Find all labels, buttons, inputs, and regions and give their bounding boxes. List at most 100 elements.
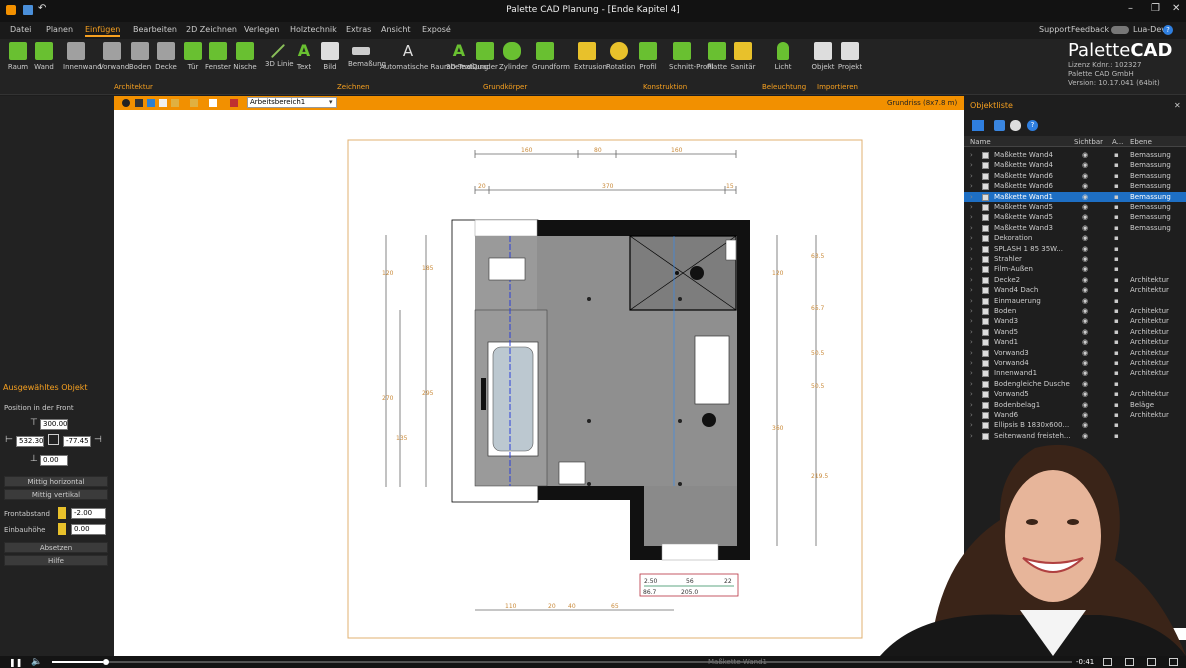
ribbon-boden[interactable]: Boden — [127, 42, 153, 71]
menu-bearbeiten[interactable]: Bearbeiten — [133, 25, 177, 34]
expand-icon[interactable]: › — [970, 224, 973, 232]
expand-icon[interactable]: › — [970, 390, 973, 398]
lock-icon[interactable]: ▪ — [1114, 172, 1119, 180]
lock-icon[interactable]: ▪ — [1114, 317, 1119, 325]
object-row[interactable]: › Maßkette Wand4 ◉ ▪ Bemassung — [964, 150, 1186, 160]
object-row[interactable]: › Maßkette Wand6 ◉ ▪ Bemassung — [964, 181, 1186, 191]
check-all-icon[interactable] — [972, 120, 984, 131]
lock-icon[interactable]: ▪ — [1114, 286, 1119, 294]
lock-icon[interactable]: ▪ — [1114, 265, 1119, 273]
list-help-icon[interactable]: ? — [1027, 120, 1038, 131]
pos-top-field[interactable]: 300.00 — [40, 419, 68, 430]
help-button[interactable]: Hilfe — [4, 555, 108, 566]
object-row[interactable]: › Einmauerung ◉ ▪ — [964, 296, 1186, 306]
expand-icon[interactable]: › — [970, 276, 973, 284]
drawing-canvas[interactable]: 160 80 160 20 370 15 120 270 185 295 135… — [114, 110, 964, 656]
expand-icon[interactable]: › — [970, 369, 973, 377]
pos-right-field[interactable]: -77.45 — [63, 436, 91, 447]
lock-icon[interactable]: ▪ — [1114, 307, 1119, 315]
lock-icon[interactable]: ▪ — [1114, 421, 1119, 429]
lua-dev-toggle[interactable] — [1111, 26, 1129, 34]
eye-icon[interactable]: ◉ — [1082, 411, 1088, 419]
fullscreen-icon[interactable] — [1169, 658, 1178, 666]
floor-plan[interactable]: 160 80 160 20 370 15 120 270 185 295 135… — [114, 110, 964, 656]
col-layer[interactable]: Ebene — [1130, 138, 1152, 146]
ribbon-sanitaer[interactable]: Sanitär — [730, 42, 756, 71]
view-icon-3[interactable] — [171, 99, 179, 107]
view-icon-6[interactable] — [230, 99, 238, 107]
ribbon-wand[interactable]: Wand — [31, 42, 57, 71]
eye-icon[interactable]: ◉ — [1082, 338, 1088, 346]
zoom-icon[interactable] — [122, 99, 130, 107]
object-row[interactable]: › Maßkette Wand5 ◉ ▪ Bemassung — [964, 212, 1186, 222]
lock-icon[interactable]: ▪ — [1114, 411, 1119, 419]
ribbon-raum[interactable]: Raum — [5, 42, 31, 71]
lock-icon[interactable]: ▪ — [1114, 203, 1119, 211]
expand-icon[interactable]: › — [970, 359, 973, 367]
expand-icon[interactable]: › — [970, 234, 973, 242]
lock-icon[interactable]: ▪ — [1114, 161, 1119, 169]
lock-icon[interactable]: ▪ — [1114, 401, 1119, 409]
progress-track[interactable] — [52, 661, 1072, 663]
expand-icon[interactable]: › — [970, 286, 973, 294]
ribbon-nische[interactable]: Nische — [232, 42, 258, 71]
absetzen-button[interactable]: Absetzen — [4, 542, 108, 553]
object-row[interactable]: › Maßkette Wand3 ◉ ▪ Bemassung — [964, 223, 1186, 233]
eye-icon[interactable]: ◉ — [1082, 213, 1088, 221]
eye-icon[interactable]: ◉ — [1082, 432, 1088, 440]
object-row[interactable]: › Vorwand4 ◉ ▪ Architektur — [964, 358, 1186, 368]
expand-icon[interactable]: › — [970, 203, 973, 211]
lock-icon[interactable]: ▪ — [1114, 380, 1119, 388]
ribbon-profil[interactable]: Profil — [635, 42, 661, 71]
lock-icon[interactable]: ▪ — [1114, 328, 1119, 336]
object-row[interactable]: › Wand3 ◉ ▪ Architektur — [964, 316, 1186, 326]
refresh-icon[interactable] — [1010, 120, 1021, 131]
object-row[interactable]: › Decke2 ◉ ▪ Architektur — [964, 275, 1186, 285]
object-row[interactable]: › Dekoration ◉ ▪ — [964, 233, 1186, 243]
ribbon-platte[interactable]: Platte — [704, 42, 730, 71]
expand-icon[interactable]: › — [970, 213, 973, 221]
object-row[interactable]: › Maßkette Wand4 ◉ ▪ Bemassung — [964, 160, 1186, 170]
expand-icon[interactable]: › — [970, 338, 973, 346]
expand-icon[interactable]: › — [970, 411, 973, 419]
ribbon-grundform[interactable]: Grundform — [532, 42, 570, 71]
ribbon-zylinder[interactable]: Zylinder — [499, 42, 528, 71]
eye-icon[interactable]: ◉ — [1082, 380, 1088, 388]
eye-icon[interactable]: ◉ — [1082, 161, 1088, 169]
eye-icon[interactable]: ◉ — [1082, 245, 1088, 253]
object-row[interactable]: › Vorwand3 ◉ ▪ Architektur — [964, 348, 1186, 358]
ribbon-decke[interactable]: Decke — [153, 42, 179, 71]
expand-icon[interactable]: › — [970, 151, 973, 159]
expand-icon[interactable]: › — [970, 297, 973, 305]
eye-icon[interactable]: ◉ — [1082, 401, 1088, 409]
eye-icon[interactable]: ◉ — [1082, 172, 1088, 180]
menu-extras[interactable]: Extras — [346, 25, 371, 34]
ribbon-objekt[interactable]: Objekt — [810, 42, 836, 71]
object-row[interactable]: › Wand6 ◉ ▪ Architektur — [964, 410, 1186, 420]
menu-expose[interactable]: Exposé — [422, 25, 451, 34]
panel-close-icon[interactable]: ✕ — [1174, 101, 1181, 110]
object-row[interactable]: › Maßkette Wand5 ◉ ▪ Bemassung — [964, 202, 1186, 212]
eye-icon[interactable]: ◉ — [1082, 255, 1088, 263]
expand-icon[interactable]: › — [970, 421, 973, 429]
expand-icon[interactable]: › — [970, 349, 973, 357]
eye-icon[interactable]: ◉ — [1082, 307, 1088, 315]
menu-einfuegen[interactable]: Einfügen — [85, 25, 121, 37]
install-height-field[interactable]: 0.00 — [71, 524, 106, 535]
eye-icon[interactable]: ◉ — [1082, 234, 1088, 242]
stool[interactable] — [558, 461, 586, 485]
menu-feedback[interactable]: Feedback — [1071, 25, 1109, 34]
ribbon-schnitt-profil[interactable]: Schnitt-Profil — [669, 42, 714, 71]
ribbon-text[interactable]: A Text — [291, 42, 317, 72]
lock-icon[interactable]: ▪ — [1114, 369, 1119, 377]
lock-icon[interactable]: ▪ — [1114, 151, 1119, 159]
lock-icon[interactable]: ▪ — [1114, 213, 1119, 221]
eye-icon[interactable]: ◉ — [1082, 390, 1088, 398]
progress-handle[interactable] — [103, 659, 109, 665]
object-row[interactable]: › Boden ◉ ▪ Architektur — [964, 306, 1186, 316]
center-vertical-button[interactable]: Mittig vertikal — [4, 489, 108, 500]
object-row[interactable]: › Wand5 ◉ ▪ Architektur — [964, 327, 1186, 337]
front-distance-field[interactable]: -2.00 — [71, 508, 106, 519]
toilet[interactable] — [488, 257, 526, 281]
object-row[interactable]: › Vorwand5 ◉ ▪ Architektur — [964, 389, 1186, 399]
